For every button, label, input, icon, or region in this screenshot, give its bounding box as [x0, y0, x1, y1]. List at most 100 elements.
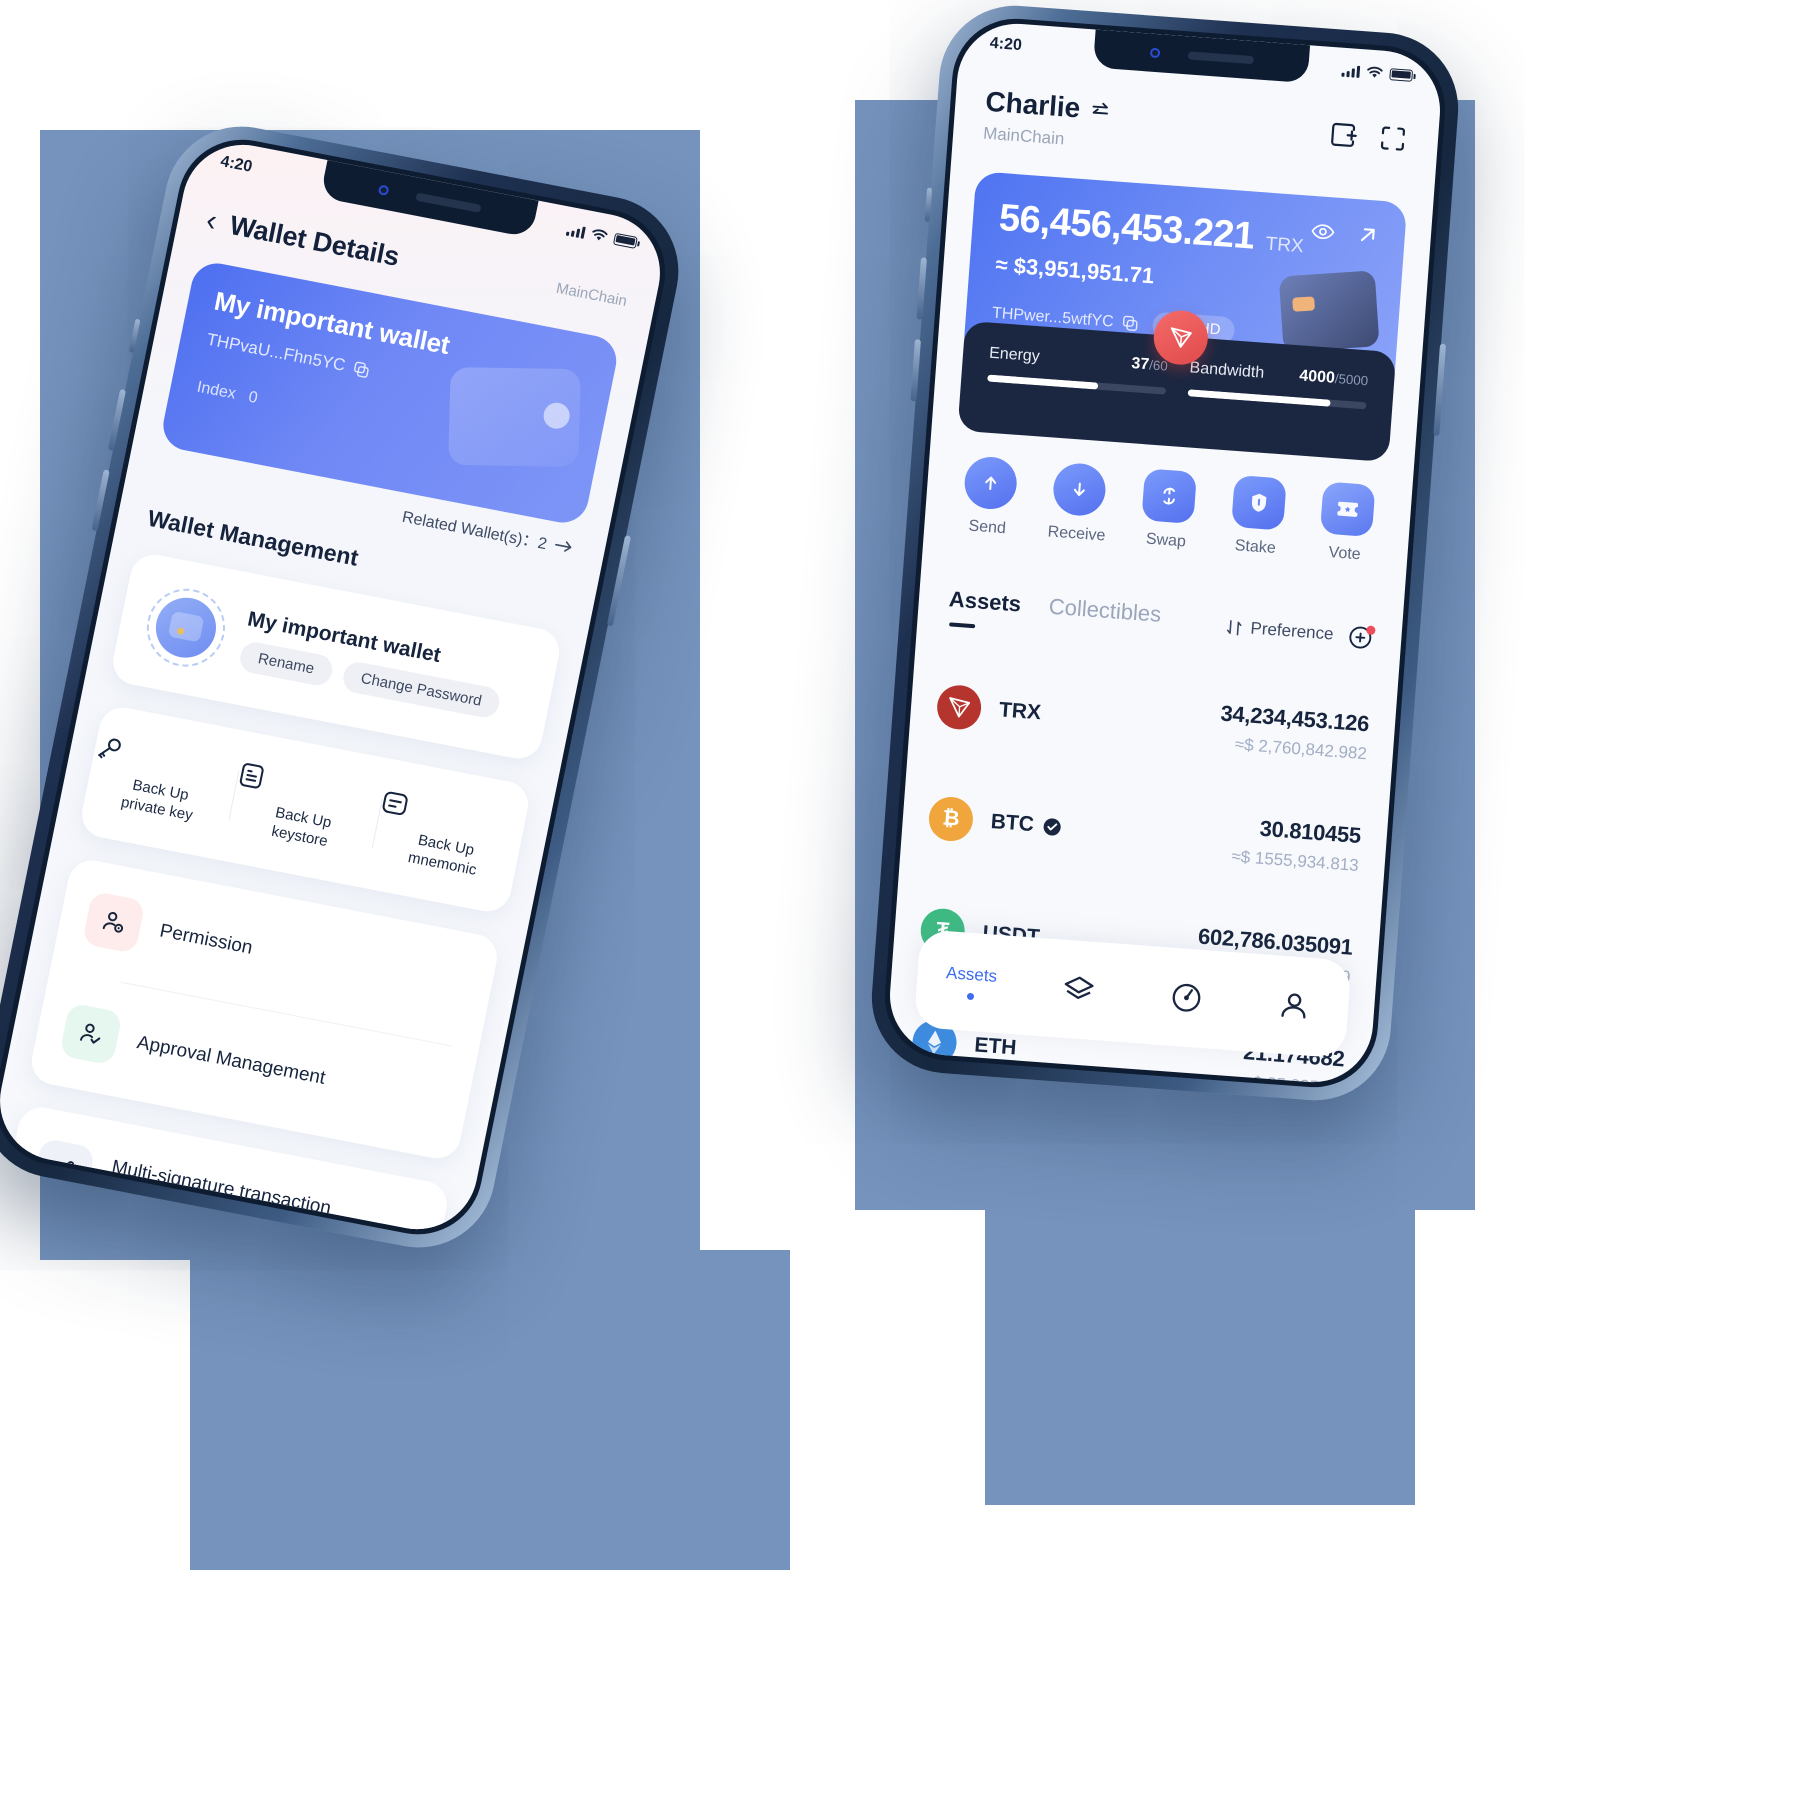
action-label-receive: Receive: [1047, 523, 1106, 545]
resource-energy[interactable]: Energy 37/60: [983, 345, 1168, 446]
permission-user-icon: [81, 890, 146, 954]
shield-stake-icon: [1230, 474, 1287, 531]
key-icon: [93, 732, 241, 787]
asset-fiat-btc: ≈$ 1555,934.813: [1230, 846, 1360, 875]
ticket-vote-icon: [1320, 481, 1376, 538]
asset-symbol-trx: TRX: [998, 698, 1042, 725]
backup-private-key-button[interactable]: Back Up private key: [84, 732, 242, 832]
backdrop-shape-left-lower: [190, 1250, 790, 1570]
chain-label: MainChain: [554, 279, 629, 310]
screenshot-canvas: 4:20 ‹ Wallet Details MainChain My impor…: [0, 0, 1800, 1800]
action-vote[interactable]: Vote: [1299, 480, 1394, 566]
bandwidth-label: Bandwidth: [1189, 359, 1265, 382]
bottom-nav-profile[interactable]: [1239, 985, 1349, 1027]
chain-label-right: MainChain: [982, 123, 1066, 149]
arrow-down-icon: [1051, 461, 1108, 518]
profile-icon: [1281, 993, 1306, 1019]
asset-symbol-btc: BTC: [990, 810, 1063, 839]
asset-amount-btc: 30.810455: [1258, 815, 1362, 848]
swap-icon: [1141, 468, 1197, 524]
bandwidth-value: 4000/5000: [1298, 367, 1369, 389]
arrow-right-icon: [555, 540, 572, 552]
asset-symbol-eth: ETH: [973, 1033, 1018, 1060]
resource-bandwidth[interactable]: Bandwidth 4000/5000: [1184, 359, 1369, 460]
wallet-card-artwork: [448, 367, 581, 467]
active-indicator-dot: [966, 992, 974, 1000]
backup-keystore-label: Back Up keystore: [270, 803, 333, 850]
action-label-swap: Swap: [1145, 530, 1187, 551]
menu-label-permission: Permission: [157, 920, 255, 959]
phone-wallet-home: 4:20 Charlie MainChain 56,456,453.221 TR…: [866, 0, 1464, 1106]
backup-mnemonic-button[interactable]: Back Up mnemonic: [369, 787, 527, 887]
wallet-avatar-icon[interactable]: [139, 582, 233, 674]
backup-keystore-button[interactable]: Back Up keystore: [226, 759, 384, 859]
mute-switch-right[interactable]: [924, 187, 933, 222]
layers-icon: [1064, 976, 1094, 1000]
earpiece-speaker-right: [1187, 51, 1254, 65]
arrow-up-icon: [962, 455, 1019, 511]
asset-amount-trx: 34,234,453.126: [1219, 700, 1370, 736]
balance-amount: 56,456,453.221: [997, 197, 1256, 258]
bandwidth-progress-bar: [1187, 389, 1367, 410]
switch-account-icon: [1092, 102, 1108, 115]
wallet-home-screen: 4:20 Charlie MainChain 56,456,453.221 TR…: [885, 19, 1445, 1087]
wifi-icon-right: [1367, 66, 1383, 78]
account-name: Charlie: [984, 85, 1082, 124]
bottom-nav-assets[interactable]: Assets: [916, 961, 1026, 1004]
mnemonic-list-icon: [378, 787, 526, 842]
action-send[interactable]: Send: [942, 454, 1037, 540]
bottom-nav-label-assets: Assets: [945, 962, 998, 986]
approval-user-check-icon: [59, 1002, 123, 1066]
bottom-nav-layers[interactable]: [1024, 969, 1134, 1011]
balance-symbol: TRX: [1264, 233, 1305, 258]
rename-button[interactable]: Rename: [237, 639, 335, 688]
earpiece-speaker: [414, 192, 482, 213]
tron-coin-icon: [935, 683, 983, 731]
tab-collectibles[interactable]: Collectibles: [1048, 594, 1162, 628]
sort-icon: [1226, 619, 1242, 635]
front-camera-icon: [377, 184, 390, 196]
backup-mnemonic-label: Back Up mnemonic: [406, 831, 479, 879]
wallet-3d-artwork: [1278, 270, 1380, 353]
asset-fiat-trx: ≈$ 2,760,842.982: [1234, 734, 1368, 763]
action-stake[interactable]: Stake: [1210, 474, 1305, 560]
bitcoin-coin-icon: ₿: [927, 795, 975, 843]
action-label-stake: Stake: [1234, 537, 1277, 558]
wifi-icon: [592, 228, 608, 240]
energy-progress-bar: [987, 374, 1167, 395]
menu-label-approval-management: Approval Management: [135, 1032, 328, 1089]
preference-label: Preference: [1249, 618, 1335, 644]
eye-icon[interactable]: [1310, 222, 1335, 242]
verified-badge-icon: [1043, 817, 1061, 836]
add-token-icon[interactable]: [1346, 622, 1376, 652]
status-time-right: 4:20: [989, 34, 1023, 55]
keystore-file-icon: [236, 759, 384, 814]
asset-fiat-eth: ≈$ 85,885.35: [1242, 1071, 1343, 1087]
front-camera-icon-right: [1149, 47, 1160, 59]
action-label-send: Send: [967, 517, 1007, 538]
chevron-left-icon[interactable]: ‹: [203, 204, 219, 238]
cellular-signal-icon-right: [1341, 64, 1361, 78]
battery-icon: [612, 232, 638, 249]
index-label: Index: [195, 378, 238, 403]
asset-tabs: Assets Collectibles: [948, 586, 1162, 628]
index-value: 0: [246, 388, 260, 407]
bottom-nav-explore[interactable]: [1131, 977, 1241, 1019]
account-switcher[interactable]: Charlie: [984, 86, 1111, 127]
backup-private-key-label: Back Up private key: [119, 776, 195, 824]
arrow-up-right-icon[interactable]: [1356, 223, 1380, 247]
action-receive[interactable]: Receive: [1031, 460, 1126, 546]
status-time: 4:20: [218, 153, 254, 176]
battery-icon-right: [1389, 67, 1414, 82]
copy-icon-right[interactable]: [1121, 314, 1139, 332]
copy-icon[interactable]: [351, 359, 371, 379]
quick-actions: Send Receive Swap Stake Vote: [924, 452, 1413, 567]
tab-assets[interactable]: Assets: [948, 586, 1022, 617]
scan-qr-icon[interactable]: [1377, 123, 1409, 155]
permission-card: Permission Approval Management: [27, 856, 502, 1163]
preference-button[interactable]: Preference: [1225, 617, 1334, 645]
action-swap[interactable]: Swap: [1121, 467, 1216, 553]
add-wallet-icon[interactable]: [1327, 119, 1359, 151]
action-label-vote: Vote: [1328, 544, 1362, 564]
explore-icon: [1172, 983, 1201, 1012]
